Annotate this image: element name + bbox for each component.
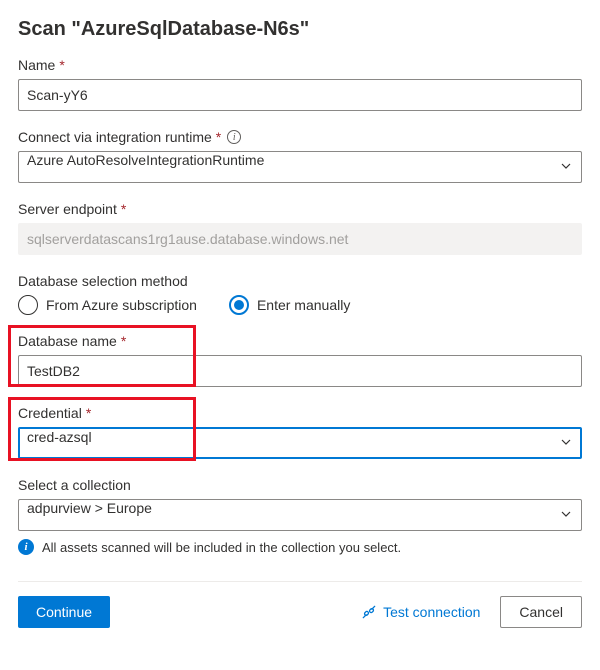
required-asterisk: *: [121, 333, 126, 349]
field-endpoint: Server endpoint *: [18, 201, 582, 255]
required-asterisk: *: [59, 57, 64, 73]
test-connection-label: Test connection: [383, 604, 480, 620]
continue-button[interactable]: Continue: [18, 596, 110, 628]
radio-icon: [18, 295, 38, 315]
radio-label-subscription: From Azure subscription: [46, 297, 197, 313]
name-label: Name: [18, 57, 55, 73]
credential-value: cred-azsql: [27, 429, 92, 445]
endpoint-input: [18, 223, 582, 255]
info-icon: i: [18, 539, 34, 555]
radio-enter-manually[interactable]: Enter manually: [229, 295, 350, 315]
endpoint-label: Server endpoint: [18, 201, 117, 217]
radio-dot: [234, 300, 244, 310]
radio-label-manual: Enter manually: [257, 297, 350, 313]
required-asterisk: *: [121, 201, 126, 217]
info-icon[interactable]: i: [227, 130, 241, 144]
collection-select[interactable]: adpurview > Europe: [18, 499, 582, 531]
info-row: i All assets scanned will be included in…: [18, 539, 582, 555]
runtime-label: Connect via integration runtime: [18, 129, 212, 145]
field-name: Name *: [18, 57, 582, 111]
db-method-label: Database selection method: [18, 273, 188, 289]
radio-from-subscription[interactable]: From Azure subscription: [18, 295, 197, 315]
collection-value: adpurview > Europe: [27, 500, 152, 516]
required-asterisk: *: [216, 129, 221, 145]
credential-label: Credential: [18, 405, 82, 421]
required-asterisk: *: [86, 405, 91, 421]
db-name-label: Database name: [18, 333, 117, 349]
field-collection: Select a collection adpurview > Europe i…: [18, 477, 582, 555]
runtime-value: Azure AutoResolveIntegrationRuntime: [27, 152, 264, 168]
footer-bar: Continue Test connection Cancel: [18, 581, 582, 642]
connector-icon: [361, 604, 377, 620]
test-connection-button[interactable]: Test connection: [353, 596, 488, 628]
field-credential: Credential * cred-azsql: [18, 405, 582, 459]
cancel-button[interactable]: Cancel: [500, 596, 582, 628]
radio-icon-selected: [229, 295, 249, 315]
field-runtime: Connect via integration runtime * i Azur…: [18, 129, 582, 183]
field-db-name: Database name *: [18, 333, 582, 387]
info-text: All assets scanned will be included in t…: [42, 540, 401, 555]
credential-select[interactable]: cred-azsql: [18, 427, 582, 459]
db-name-input[interactable]: [18, 355, 582, 387]
page-title: Scan "AzureSqlDatabase-N6s": [18, 18, 582, 41]
field-db-method: Database selection method From Azure sub…: [18, 273, 582, 315]
collection-label: Select a collection: [18, 477, 131, 493]
runtime-select[interactable]: Azure AutoResolveIntegrationRuntime: [18, 151, 582, 183]
name-input[interactable]: [18, 79, 582, 111]
